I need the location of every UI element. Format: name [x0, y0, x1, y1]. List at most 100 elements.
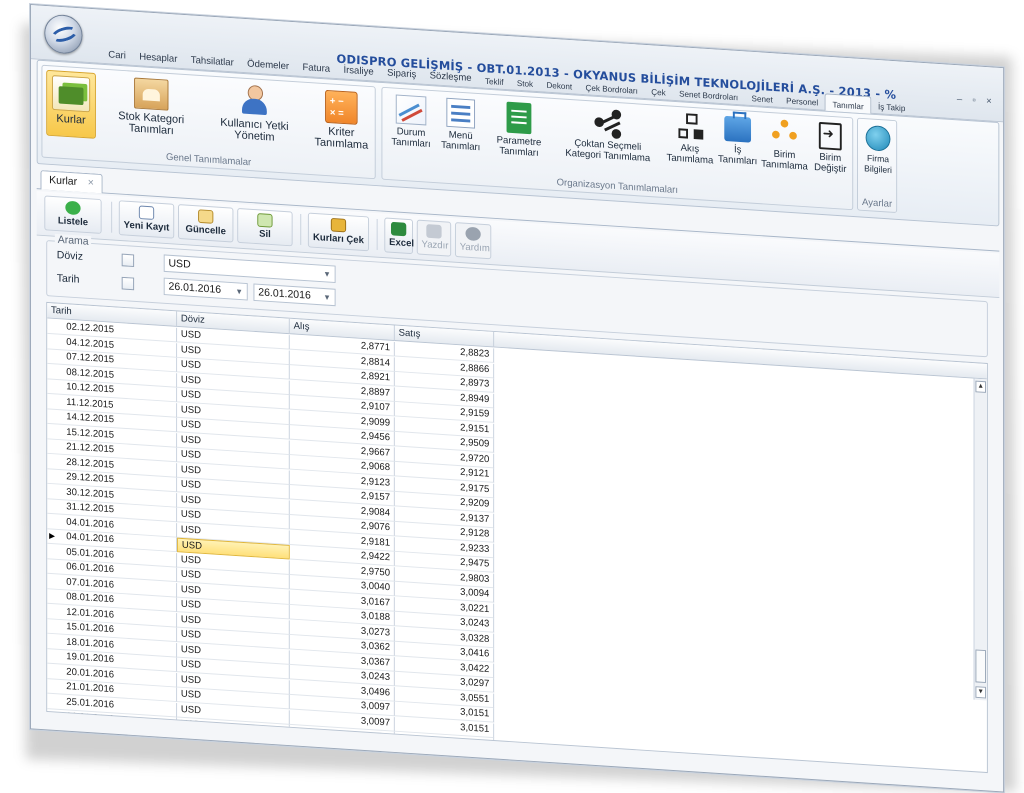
sil-button[interactable]: Sil — [237, 207, 293, 247]
chevron-down-icon: ▼ — [235, 287, 243, 297]
doviz-label: Döviz — [56, 249, 84, 263]
birim-label: Birim Tanımlama — [761, 148, 808, 173]
tarih-checkbox[interactable] — [121, 276, 135, 291]
tarih-start-picker[interactable]: 26.01.2016 ▼ — [163, 277, 248, 301]
share-icon — [592, 107, 623, 138]
tarih-label: Tarih — [56, 272, 80, 286]
user-icon — [240, 84, 269, 117]
trash-icon — [257, 213, 273, 228]
durum-button[interactable]: Durum Tanımları — [388, 94, 434, 150]
scroll-down-icon[interactable]: ▼ — [975, 686, 986, 699]
refresh-icon — [65, 200, 81, 216]
kullanici-yetki-label: Kullanıcı Yetki Yönetim — [220, 116, 289, 144]
doviz-select-value: USD — [168, 257, 191, 271]
box-icon — [134, 77, 169, 111]
calculator-icon — [325, 89, 358, 125]
printer-icon — [426, 224, 442, 239]
help-icon — [465, 226, 481, 242]
edit-icon — [198, 209, 214, 224]
chart-icon — [395, 94, 427, 126]
vertical-scrollbar[interactable]: ▲ ▼ — [973, 378, 987, 701]
yeni-kayit-button[interactable]: Yeni Kayıt — [118, 200, 175, 239]
yardim-button[interactable]: Yardım — [454, 222, 492, 260]
is-label: İş Tanımları — [718, 144, 758, 168]
main-tab[interactable]: Senet — [745, 88, 780, 108]
birim-degistir-button[interactable]: Birim Değiştir — [810, 121, 850, 175]
excel-icon — [390, 221, 407, 237]
app-logo-icon[interactable] — [44, 13, 83, 55]
screen: ODISPRO GELİŞMİŞ - OBT.01.2013 - OKYANUS… — [0, 0, 1024, 793]
rates-grid: Tarih Döviz Alış Satış 02.12.2015 USD 2,87… — [46, 301, 988, 774]
main-tab[interactable]: Stok — [510, 73, 540, 92]
currency-icon — [51, 75, 91, 113]
spreadsheet-icon — [506, 101, 532, 135]
durum-label: Durum Tanımları — [391, 126, 431, 150]
yeni-kayit-label: Yeni Kayıt — [123, 219, 170, 234]
kriter-button[interactable]: Kriter Tanımlama — [310, 89, 373, 152]
new-record-icon — [138, 205, 155, 220]
listele-button[interactable]: Listele — [44, 195, 102, 234]
menu-button[interactable]: Menü Tanımları — [438, 97, 484, 153]
kurlari-cek-button[interactable]: Kurları Çek — [307, 212, 370, 252]
chevron-down-icon: ▼ — [323, 292, 331, 303]
search-panel-legend: Arama — [54, 233, 92, 248]
main-tab[interactable]: Teklif — [478, 71, 510, 90]
coktan-secmeli-label: Çoktan Seçmeli Kategori Tanımlama — [565, 137, 651, 165]
tab-kurlar[interactable]: Kurlar × — [40, 170, 103, 194]
group-ayarlar: Firma Bilgileri Ayarlar — [857, 117, 898, 214]
main-tab[interactable]: Cari — [102, 46, 133, 65]
excel-button[interactable]: Excel — [384, 217, 415, 255]
firma-bilgileri-button[interactable]: Firma Bilgileri — [862, 124, 894, 176]
listele-label: Listele — [57, 215, 89, 229]
hierarchy-icon — [770, 119, 799, 148]
group-ayarlar-label: Ayarlar — [862, 197, 893, 210]
main-tab[interactable]: Çek — [645, 82, 673, 101]
tarih-end-picker[interactable]: 26.01.2016 ▼ — [253, 283, 336, 307]
stok-kategori-button[interactable]: Stok Kategori Tanımları — [105, 76, 197, 139]
guncelle-label: Güncelle — [185, 223, 226, 238]
yazdir-label: Yazdır — [421, 239, 449, 252]
akis-button[interactable]: Akış Tanımlama — [665, 112, 715, 166]
coktan-secmeli-button[interactable]: Çoktan Seçmeli Kategori Tanımlama — [558, 105, 657, 165]
excel-label: Excel — [389, 237, 415, 250]
tab-kurlar-label: Kurlar — [49, 174, 78, 188]
akis-label: Akış Tanımlama — [666, 142, 714, 167]
scroll-thumb[interactable] — [975, 649, 986, 684]
app-window: ODISPRO GELİŞMİŞ - OBT.01.2013 - OKYANUS… — [30, 4, 1005, 793]
doviz-checkbox[interactable] — [121, 253, 135, 268]
toolbar-separator — [376, 218, 378, 250]
kurlar-button[interactable]: Kurlar — [46, 69, 96, 139]
is-button[interactable]: İş Tanımları — [717, 115, 759, 167]
menu-label: Menü Tanımları — [441, 129, 481, 154]
yardim-label: Yardım — [459, 241, 490, 255]
firm-icon — [865, 124, 891, 152]
tarih-end-value: 26.01.2016 — [258, 286, 311, 302]
kriter-label: Kriter Tanımlama — [314, 125, 369, 152]
kullanici-yetki-button[interactable]: Kullanıcı Yetki Yönetim — [205, 82, 304, 146]
scroll-up-icon[interactable]: ▲ — [975, 380, 986, 393]
kurlari-cek-label: Kurları Çek — [312, 232, 364, 247]
briefcase-icon — [724, 115, 752, 143]
kurlar-label: Kurlar — [56, 113, 86, 127]
chevron-down-icon: ▼ — [323, 269, 331, 279]
parametre-button[interactable]: Parametre Tanımları — [489, 101, 548, 160]
close-icon[interactable]: × — [88, 177, 94, 189]
stok-kategori-label: Stok Kategori Tanımları — [118, 110, 185, 138]
toolbar-separator — [111, 201, 113, 233]
toolbar-separator — [300, 213, 302, 245]
menu-icon — [446, 97, 476, 129]
birim-degistir-label: Birim Değiştir — [814, 151, 847, 175]
org-chart-icon — [677, 113, 704, 142]
row-pointer-icon: ▶ — [49, 531, 55, 541]
guncelle-button[interactable]: Güncelle — [178, 204, 234, 243]
firma-label: Firma Bilgileri — [864, 153, 892, 176]
coins-icon — [330, 217, 347, 233]
parametre-label: Parametre Tanımları — [496, 134, 542, 159]
tarih-start-value: 26.01.2016 — [168, 280, 222, 296]
window-controls[interactable]: – ▫ × — [957, 94, 996, 107]
birim-button[interactable]: Birim Tanımlama — [761, 118, 809, 172]
group-genel-tanimlamalar: Kurlar Stok Kategori Tanımları Kullanıcı… — [41, 64, 376, 180]
yazdir-button[interactable]: Yazdır — [416, 219, 452, 257]
sil-label: Sil — [259, 228, 271, 241]
switch-icon — [818, 121, 842, 151]
